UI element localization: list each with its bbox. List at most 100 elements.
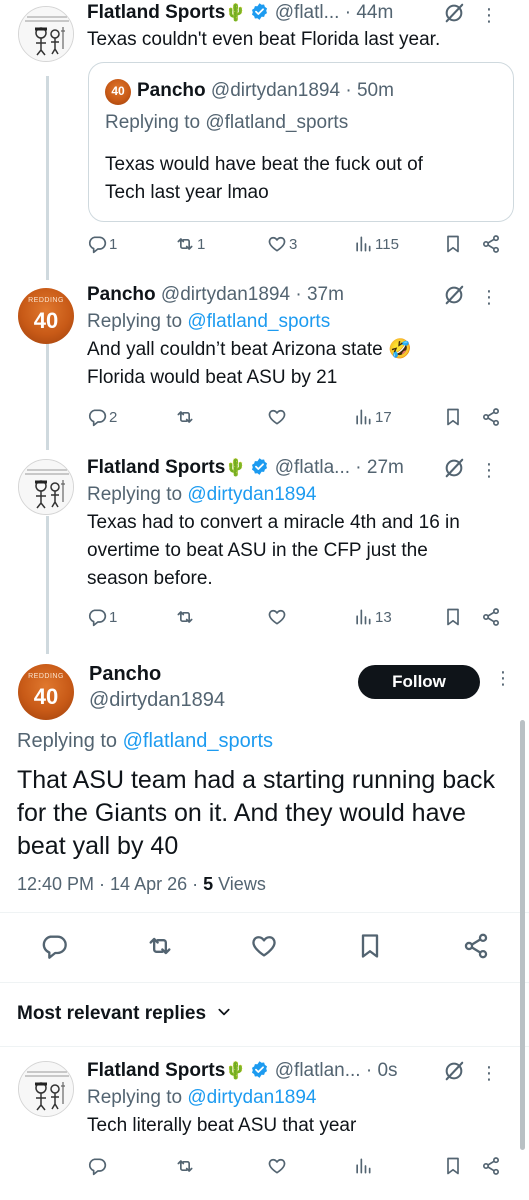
reply-icon <box>87 1156 107 1176</box>
views-count: 17 <box>375 408 392 426</box>
follow-button[interactable]: Follow <box>358 665 480 699</box>
repost-icon[interactable] <box>146 932 174 960</box>
quote-text-line: Tech last year lmao <box>105 182 269 203</box>
display-name[interactable]: Flatland Sports <box>87 2 225 23</box>
more-icon[interactable]: ⋮ <box>480 2 498 28</box>
grok-icon[interactable] <box>443 457 465 479</box>
tweet-text-line: Florida would beat ASU by 21 <box>87 367 338 388</box>
reply-button[interactable] <box>87 1156 107 1176</box>
avatar[interactable]: REDDING 40 <box>18 664 74 720</box>
views-count: 115 <box>375 235 399 253</box>
tweet-text-line: for the Giants on it. And they would hav… <box>17 799 466 827</box>
share-icon <box>481 407 501 427</box>
views-button[interactable] <box>353 1156 373 1176</box>
share-button[interactable] <box>481 1156 501 1176</box>
views-button[interactable]: 17 <box>353 407 392 427</box>
repost-icon <box>175 1156 195 1176</box>
reply-icon <box>87 234 107 254</box>
avatar[interactable] <box>18 459 74 515</box>
like-button[interactable] <box>267 607 287 627</box>
thread-line <box>46 516 49 654</box>
avatar[interactable]: REDDING 40 <box>18 288 74 344</box>
avatar[interactable] <box>18 6 74 62</box>
views-button[interactable]: 115 <box>353 234 399 254</box>
display-name[interactable]: Flatland Sports <box>87 1060 225 1081</box>
tweet-timestamp[interactable]: 12:40 PM · 14 Apr 26 · <box>17 874 203 894</box>
more-icon[interactable]: ⋮ <box>480 284 498 310</box>
reply-button[interactable]: 1 <box>87 234 117 254</box>
share-icon[interactable] <box>462 932 490 960</box>
reply-mention[interactable]: @flatland_sports <box>123 730 273 752</box>
repost-button[interactable] <box>175 407 195 427</box>
main-action-bar <box>0 932 529 962</box>
jersey-number: 40 <box>33 308 59 333</box>
grok-icon[interactable] <box>443 1060 465 1082</box>
quote-display-name: Pancho <box>137 80 206 101</box>
quote-tweet[interactable]: 40 Pancho @dirtydan1894 · 50m Replying t… <box>88 62 514 222</box>
views-count: 5 <box>203 874 214 894</box>
bookmark-icon[interactable] <box>356 932 384 960</box>
tweet-text: Texas couldn't even beat Florida last ye… <box>87 29 441 50</box>
handle[interactable]: @dirtydan1894 <box>161 284 290 305</box>
reply-button[interactable]: 1 <box>87 607 117 627</box>
sketch-avatar-icon <box>19 460 74 515</box>
handle[interactable]: @flatlan... <box>275 1060 361 1081</box>
tweet-text-line: And yall couldn’t beat Arizona state 🤣 <box>87 339 412 360</box>
grok-icon[interactable] <box>443 2 465 24</box>
reply-button[interactable]: 2 <box>87 407 117 427</box>
repost-icon <box>175 407 195 427</box>
bookmark-icon <box>443 234 463 254</box>
main-tweet-text: That ASU team had a starting running bac… <box>17 764 517 863</box>
more-icon[interactable]: ⋮ <box>480 1060 498 1086</box>
bookmark-button[interactable] <box>443 234 463 254</box>
like-icon[interactable] <box>250 932 278 960</box>
bookmark-button[interactable] <box>443 407 463 427</box>
views-icon <box>353 1156 373 1176</box>
display-name[interactable]: Pancho <box>87 284 156 305</box>
timestamp[interactable]: · 27m <box>355 457 404 478</box>
bookmark-icon <box>443 407 463 427</box>
timestamp[interactable]: · 37m <box>295 284 344 305</box>
repost-icon <box>175 607 195 627</box>
reply-mention: @flatland_sports <box>205 112 349 133</box>
bookmark-button[interactable] <box>443 607 463 627</box>
tweet-text-line: Texas had to convert a miracle 4th and 1… <box>87 512 460 533</box>
views-button[interactable]: 13 <box>353 607 392 627</box>
timestamp[interactable]: · 44m <box>345 2 394 23</box>
more-icon[interactable]: ⋮ <box>480 457 498 483</box>
share-button[interactable] <box>481 234 501 254</box>
sort-replies-button[interactable]: Most relevant replies <box>17 1003 231 1025</box>
grok-icon[interactable] <box>443 284 465 306</box>
reply-icon[interactable] <box>40 932 68 960</box>
views-icon <box>353 607 373 627</box>
reply-context: Replying to @dirtydan1894 <box>87 1084 515 1112</box>
views-label: Views <box>213 874 266 894</box>
bookmark-button[interactable] <box>443 1156 463 1176</box>
like-button[interactable] <box>267 407 287 427</box>
handle[interactable]: @flatl... <box>275 2 340 23</box>
like-button[interactable]: 3 <box>267 234 297 254</box>
handle[interactable]: @dirtydan1894 <box>89 687 225 713</box>
share-button[interactable] <box>481 407 501 427</box>
repost-button[interactable]: 1 <box>175 234 205 254</box>
thread-line <box>46 342 49 450</box>
display-name[interactable]: Flatland Sports <box>87 457 225 478</box>
divider <box>0 1046 529 1047</box>
sort-label: Most relevant replies <box>17 1003 207 1024</box>
handle[interactable]: @flatla... <box>275 457 350 478</box>
reply-mention[interactable]: @dirtydan1894 <box>187 1087 316 1108</box>
avatar[interactable] <box>18 1061 74 1117</box>
reply-mention[interactable]: @flatland_sports <box>187 311 330 332</box>
display-name[interactable]: Pancho <box>89 661 225 687</box>
repost-button[interactable] <box>175 1156 195 1176</box>
like-button[interactable] <box>267 1156 287 1176</box>
quote-avatar: 40 <box>105 79 131 105</box>
cactus-emoji: 🌵 <box>225 3 247 22</box>
cactus-emoji: 🌵 <box>225 1061 247 1080</box>
repost-button[interactable] <box>175 607 195 627</box>
more-icon[interactable]: ⋮ <box>494 668 512 689</box>
scrollbar[interactable] <box>520 720 525 1150</box>
timestamp[interactable]: · 0s <box>366 1060 398 1081</box>
share-button[interactable] <box>481 607 501 627</box>
reply-mention[interactable]: @dirtydan1894 <box>187 484 316 505</box>
